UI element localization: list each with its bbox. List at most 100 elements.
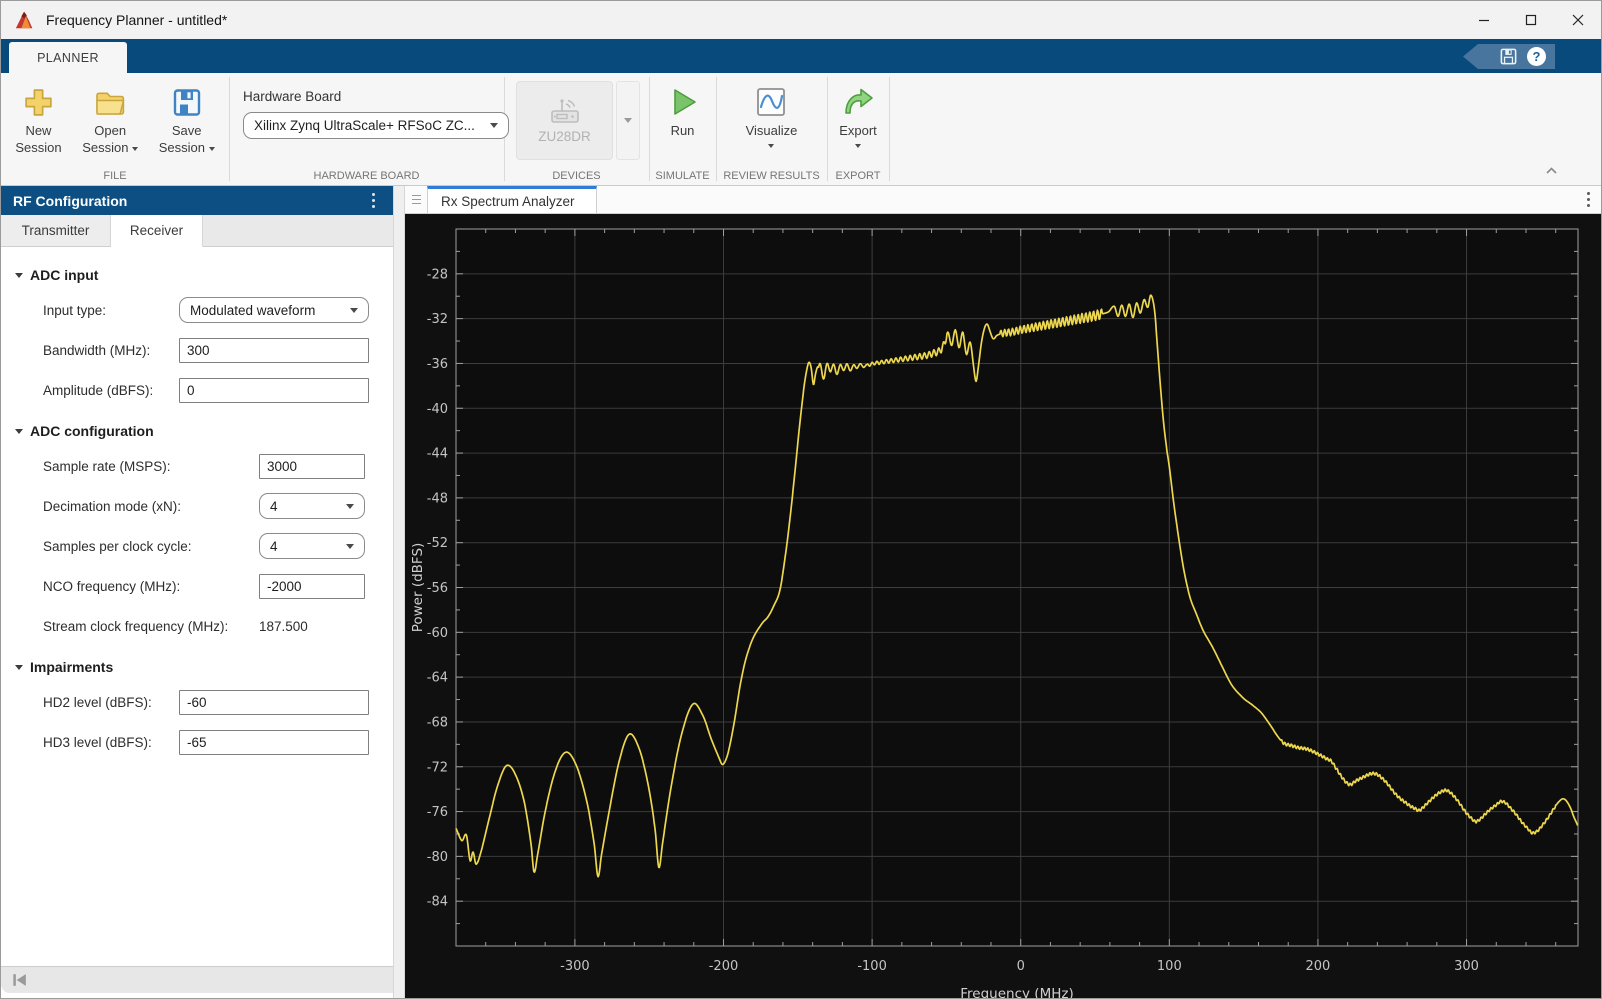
rf-config-tabs: Transmitter Receiver	[1, 215, 393, 247]
export-icon	[841, 82, 875, 122]
panel-menu-kebab-icon[interactable]	[365, 193, 381, 209]
chevron-down-icon	[132, 146, 139, 151]
text-field[interactable]	[259, 453, 365, 479]
device-dropdown-button[interactable]	[616, 81, 640, 160]
collapse-caret-icon	[15, 272, 23, 278]
device-zu28dr-label: ZU28DR	[538, 129, 591, 144]
svg-text:Frequency (MHz): Frequency (MHz)	[960, 986, 1073, 999]
text-field[interactable]	[179, 689, 369, 715]
run-button[interactable]: Run	[666, 82, 700, 139]
section-header[interactable]: ADC input	[15, 267, 393, 283]
svg-text:-200: -200	[709, 959, 739, 974]
minimize-button[interactable]	[1460, 1, 1507, 39]
app-window: Frequency Planner - untitled* PLANNER ?	[0, 0, 1602, 999]
window-controls	[1460, 1, 1601, 39]
svg-text:-44: -44	[427, 447, 448, 462]
dropdown-field[interactable]: 4	[259, 533, 365, 559]
collapse-caret-icon	[15, 428, 23, 434]
chevron-down-icon	[854, 144, 861, 149]
svg-text:-60: -60	[427, 626, 448, 641]
section-header[interactable]: Impairments	[15, 659, 393, 675]
titlebar: Frequency Planner - untitled*	[1, 1, 1601, 39]
visualize-button[interactable]: Visualize	[746, 82, 797, 149]
panel-divider[interactable]	[393, 186, 405, 998]
tab-planner[interactable]: PLANNER	[9, 42, 127, 73]
text-field[interactable]	[179, 377, 369, 403]
readonly-value: 187.500	[259, 618, 308, 634]
group-caption-export: EXPORT	[835, 170, 881, 182]
tab-receiver[interactable]: Receiver	[111, 215, 203, 247]
form-row: Stream clock frequency (MHz): 187.500	[43, 613, 393, 639]
group-caption-file: FILE	[103, 170, 127, 182]
window-title: Frequency Planner - untitled*	[46, 12, 228, 28]
svg-text:-28: -28	[427, 267, 448, 282]
help-icon[interactable]: ?	[1527, 47, 1546, 66]
export-button[interactable]: Export	[839, 82, 877, 149]
save-session-button[interactable]: Save Session	[159, 82, 215, 156]
field-label: Sample rate (MSPS):	[43, 458, 171, 474]
new-session-button[interactable]: New Session	[15, 82, 62, 156]
maximize-button[interactable]	[1507, 1, 1554, 39]
save-session-icon	[171, 82, 203, 122]
group-caption-review: REVIEW RESULTS	[723, 170, 820, 182]
collapse-ribbon-button[interactable]	[1543, 163, 1559, 177]
panel-title: RF Configuration	[13, 192, 128, 209]
device-zu28dr-button[interactable]: ZU28DR	[516, 81, 613, 160]
group-separator	[889, 77, 890, 181]
spectrum-panel: Rx Spectrum Analyzer -300 -200 -100 0 100 200…	[405, 186, 1601, 998]
hardware-board-dropdown[interactable]: Xilinx Zynq UltraScale+ RFSoC ZC...	[243, 112, 509, 139]
drag-grip-icon[interactable]	[405, 186, 427, 213]
field-label: HD2 level (dBFS):	[43, 694, 152, 710]
form-row: HD2 level (dBFS):	[43, 689, 393, 715]
svg-text:-64: -64	[427, 671, 448, 686]
group-simulate: Run SIMULATE	[649, 73, 716, 185]
form-row: HD3 level (dBFS):	[43, 729, 393, 755]
ribbon-band: PLANNER ?	[1, 39, 1601, 73]
dropdown-value: Modulated waveform	[190, 302, 316, 318]
svg-text:200: 200	[1306, 959, 1331, 974]
svg-text:-56: -56	[427, 581, 448, 596]
form-row: Amplitude (dBFS):	[43, 377, 393, 403]
svg-text:Power (dBFS): Power (dBFS)	[410, 543, 426, 633]
new-session-icon	[22, 82, 55, 122]
rf-configuration-panel: RF Configuration Transmitter Receiver AD…	[1, 186, 401, 998]
group-devices: ZU28DR DEVICES	[504, 73, 649, 185]
document-tabbar: Rx Spectrum Analyzer	[405, 186, 1601, 214]
group-caption-devices: DEVICES	[552, 170, 601, 182]
form-row: Bandwidth (MHz):	[43, 337, 393, 363]
save-icon[interactable]	[1499, 47, 1518, 66]
svg-text:0: 0	[1017, 959, 1025, 974]
group-hardware-board: Hardware Board Xilinx Zynq UltraScale+ R…	[229, 73, 509, 185]
section-header[interactable]: ADC configuration	[15, 423, 393, 439]
close-button[interactable]	[1554, 1, 1601, 39]
dropdown-field[interactable]: Modulated waveform	[179, 297, 369, 323]
svg-text:-84: -84	[427, 895, 448, 910]
field-label: Bandwidth (MHz):	[43, 342, 151, 358]
open-session-button[interactable]: Open Session	[82, 82, 139, 156]
quick-access-toolbar: ?	[1463, 44, 1555, 69]
group-caption-hardware: HARDWARE BOARD	[313, 170, 420, 182]
svg-text:-100: -100	[857, 959, 887, 974]
svg-text:300: 300	[1454, 959, 1479, 974]
svg-text:-32: -32	[427, 312, 448, 327]
visualize-icon	[755, 82, 787, 122]
toolstrip: New Session Open Session Save Session FILE	[1, 73, 1601, 186]
section-title: ADC input	[30, 267, 99, 283]
tab-rx-spectrum-analyzer[interactable]: Rx Spectrum Analyzer	[427, 186, 597, 213]
text-field[interactable]	[259, 573, 365, 599]
field-label: HD3 level (dBFS):	[43, 734, 152, 750]
tabbar-menu-kebab-icon[interactable]	[1575, 186, 1601, 213]
run-icon	[666, 82, 700, 122]
form-row: Input type: Modulated waveform	[43, 297, 393, 323]
chevron-down-icon	[346, 543, 354, 549]
radio-device-icon	[550, 99, 579, 123]
dropdown-field[interactable]: 4	[259, 493, 365, 519]
open-session-label: Open	[94, 123, 127, 138]
tab-transmitter[interactable]: Transmitter	[1, 215, 111, 246]
field-label: Input type:	[43, 302, 107, 318]
text-field[interactable]	[179, 729, 369, 755]
text-field[interactable]	[179, 337, 369, 363]
spectrum-plot[interactable]: -300 -200 -100 0 100 200 300 -84 -80 -76 -72 -68 -64…	[405, 214, 1602, 999]
chevron-down-icon	[208, 146, 215, 151]
skip-to-start-icon[interactable]	[10, 972, 30, 988]
